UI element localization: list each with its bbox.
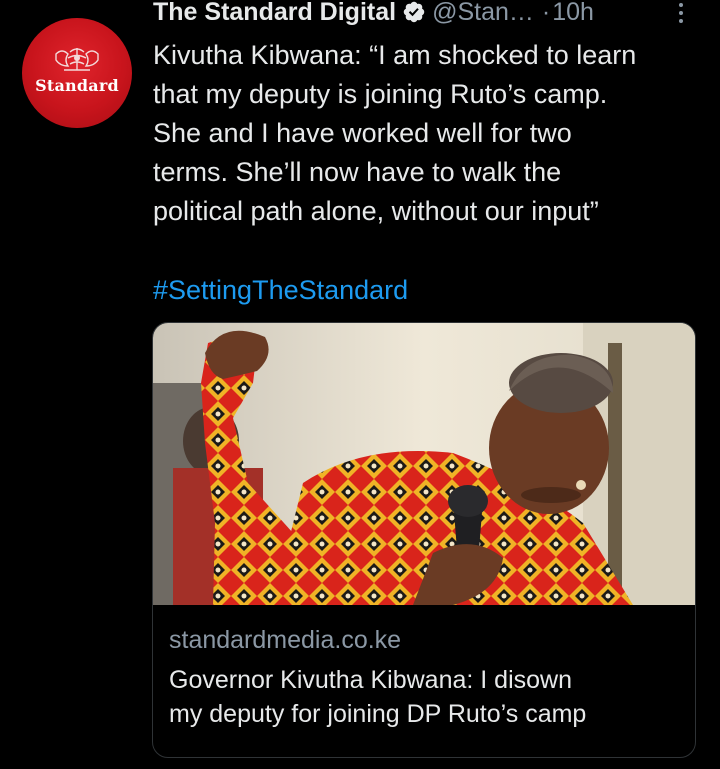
hashtag-link[interactable]: #SettingTheStandard xyxy=(153,272,408,308)
link-preview-card[interactable]: standardmedia.co.ke Governor Kivutha Kib… xyxy=(152,322,696,758)
separator-dot: · xyxy=(541,0,551,26)
crest-icon xyxy=(55,47,99,71)
tweet-body: Kivutha Kibwana: “I am shocked to learn … xyxy=(153,36,698,231)
author-avatar[interactable]: Standard xyxy=(22,18,132,128)
article-photo[interactable] xyxy=(153,323,695,605)
tweet-text-line: Kivutha Kibwana: “I am shocked to learn xyxy=(153,40,637,70)
tweet-timestamp[interactable]: 10h xyxy=(552,0,594,27)
tweet-text-line: that my deputy is joining Ruto’s camp. xyxy=(153,79,608,109)
card-title-line: my deputy for joining DP Ruto’s camp xyxy=(169,700,587,728)
tweet-text-line: terms. She’ll now have to walk the xyxy=(153,157,562,187)
tweet-header: The Standard Digital @Stan… · 10h xyxy=(153,0,698,29)
card-title-line: Governor Kivutha Kibwana: I disown xyxy=(169,666,572,694)
verified-badge-icon xyxy=(403,1,425,23)
avatar-wordmark: Standard xyxy=(35,75,119,95)
card-meta: standardmedia.co.ke Governor Kivutha Kib… xyxy=(169,623,684,731)
card-domain: standardmedia.co.ke xyxy=(169,626,402,654)
author-handle[interactable]: @Stan… xyxy=(432,0,534,27)
tweet-text-line: political path alone, without our input” xyxy=(153,196,599,226)
author-display-name[interactable]: The Standard Digital xyxy=(153,0,396,27)
tweet-text-line: She and I have worked well for two xyxy=(153,118,572,148)
more-vertical-icon[interactable] xyxy=(664,0,698,27)
card-title: Governor Kivutha Kibwana: I disown my de… xyxy=(169,663,684,731)
